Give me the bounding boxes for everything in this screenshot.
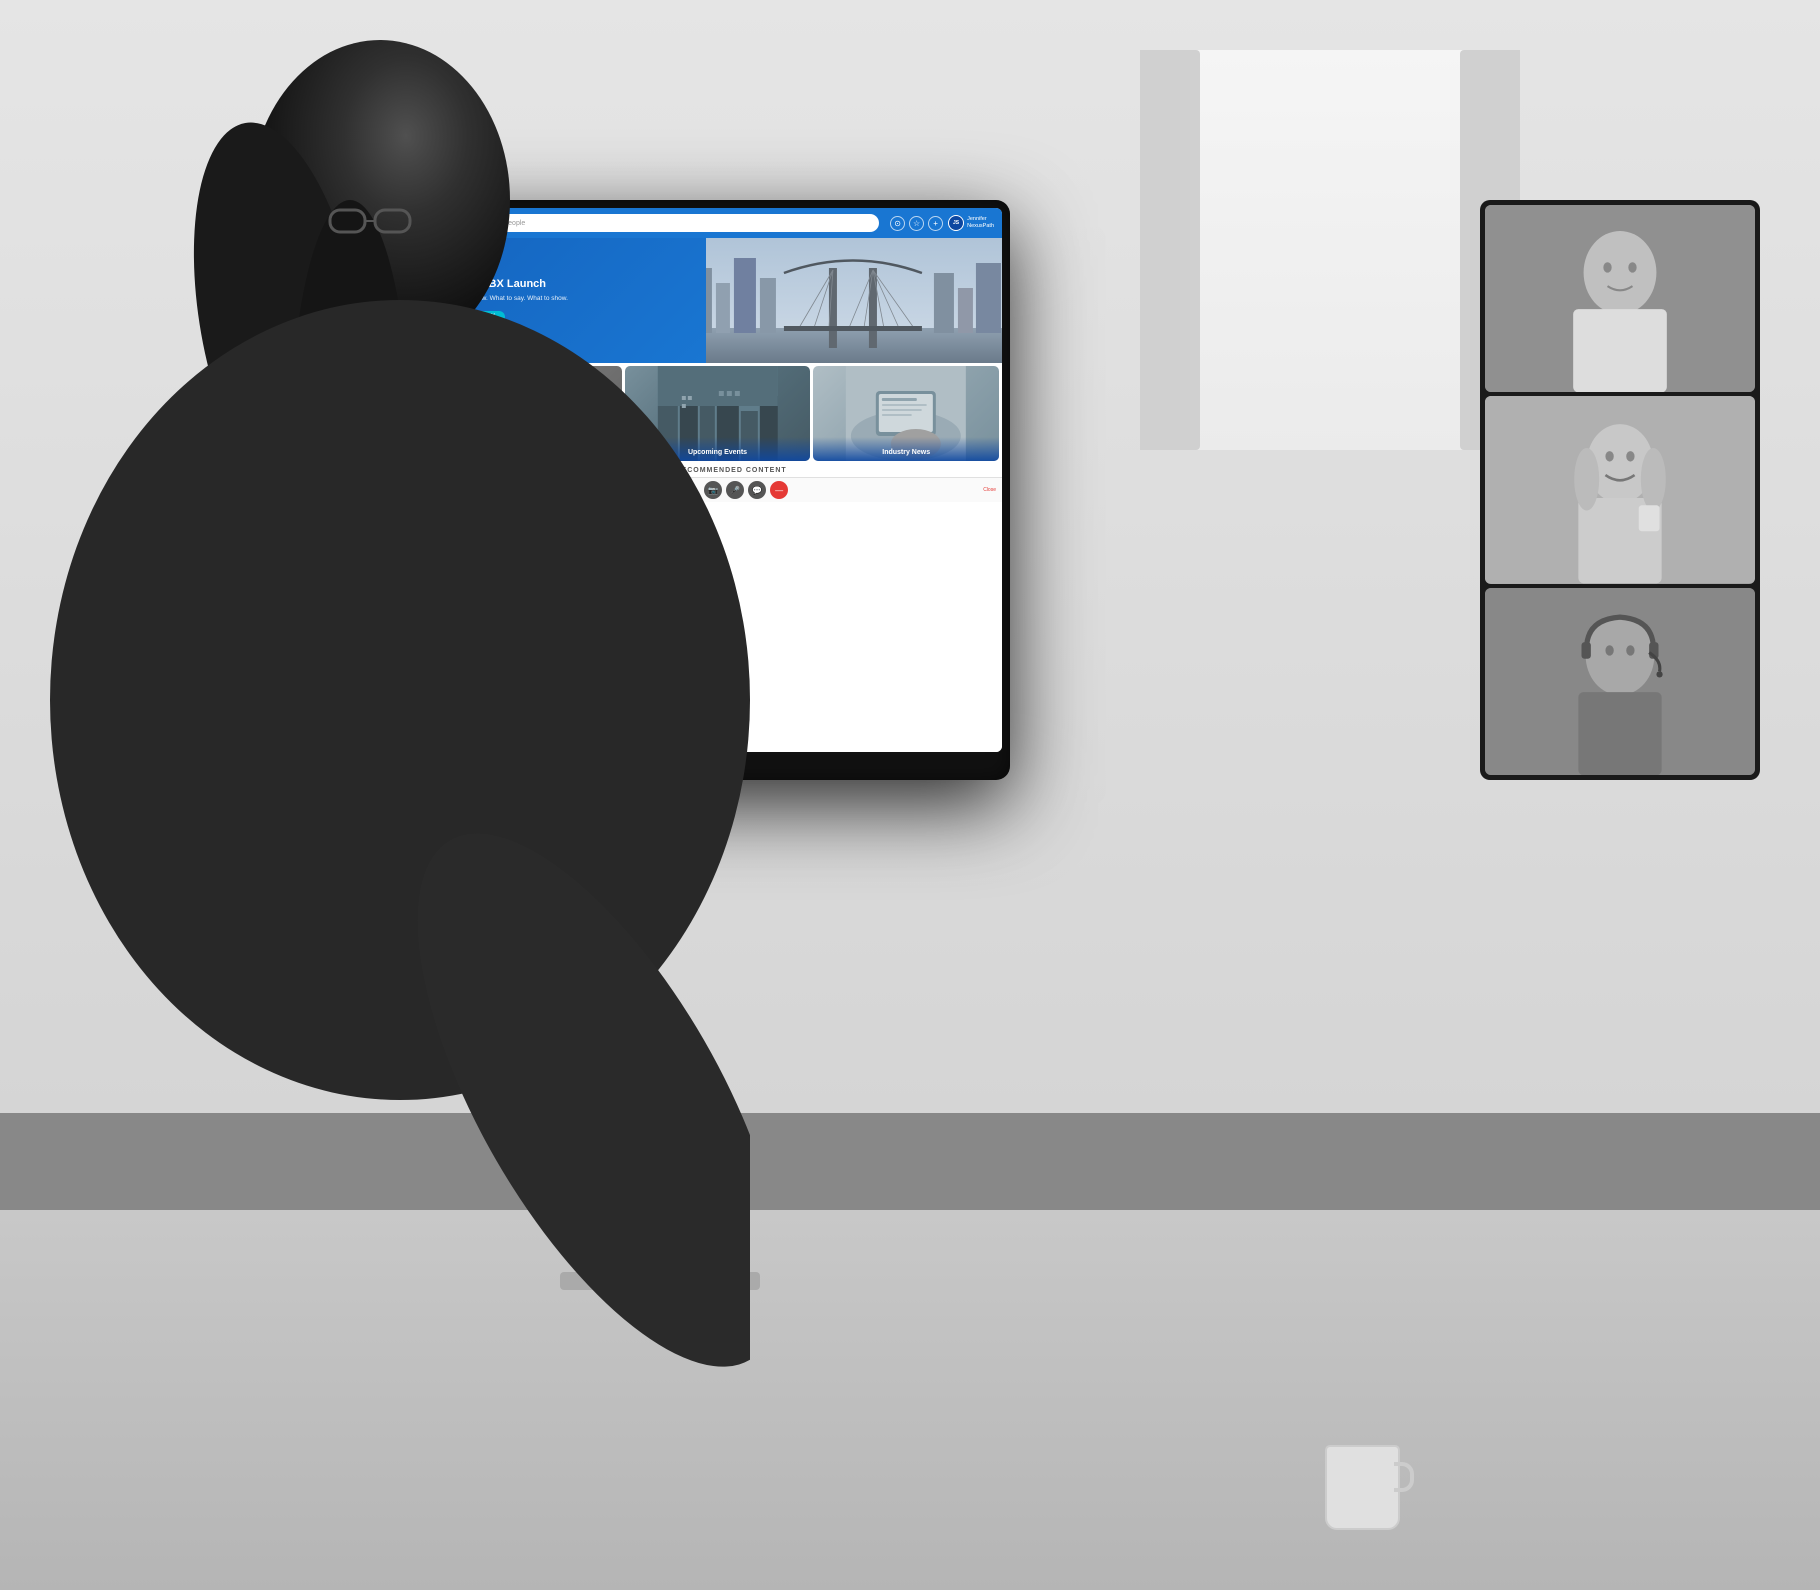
add-action-icon[interactable]: + xyxy=(928,216,943,231)
star-action-icon[interactable]: ☆ xyxy=(909,216,924,231)
background-window xyxy=(1140,50,1520,450)
person-silhouette-svg xyxy=(0,0,750,1590)
end-call-btn[interactable]: — xyxy=(770,481,788,499)
header-actions: ⊙ ☆ + xyxy=(890,216,943,231)
user-name: Jennifer NexusPath xyxy=(967,216,994,230)
video-call-panel xyxy=(1480,200,1760,780)
mug-handle xyxy=(1394,1462,1414,1492)
video-tile-2 xyxy=(1485,396,1755,583)
card-industry-news[interactable]: Industry News xyxy=(813,366,999,461)
user-avatar: JS xyxy=(948,215,964,231)
user-profile[interactable]: JS Jennifer NexusPath xyxy=(948,215,994,231)
close-label[interactable]: Close xyxy=(983,487,996,493)
person-overlay xyxy=(0,0,750,1590)
hero-right-image xyxy=(706,238,1002,363)
chat-btn[interactable]: 💬 xyxy=(748,481,766,499)
video-tile-1 xyxy=(1485,205,1755,392)
video-person-3-svg xyxy=(1485,588,1755,775)
coffee-mug xyxy=(1325,1445,1400,1530)
search-action-icon[interactable]: ⊙ xyxy=(890,216,905,231)
video-person-2-svg xyxy=(1485,396,1755,583)
card-label-3: Industry News xyxy=(813,437,999,461)
video-tile-3 xyxy=(1485,588,1755,775)
hero-bridge-svg xyxy=(706,238,1002,363)
video-person-1-svg xyxy=(1485,205,1755,392)
curtain-left xyxy=(1140,50,1200,450)
